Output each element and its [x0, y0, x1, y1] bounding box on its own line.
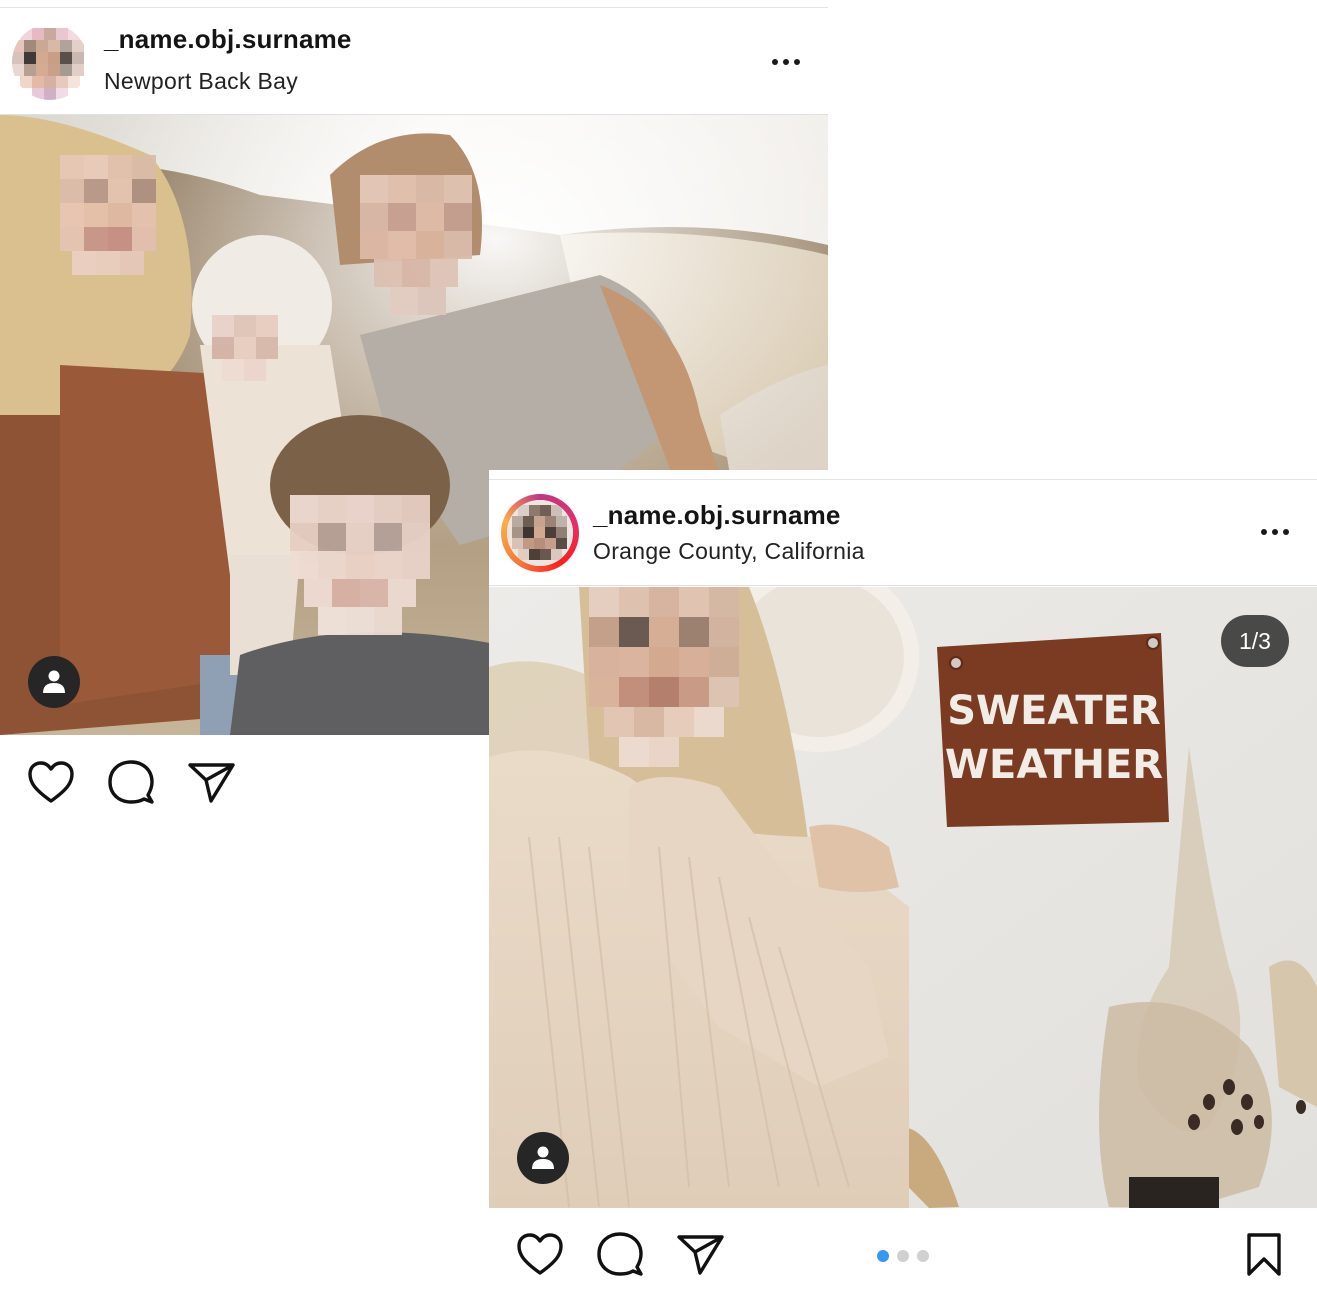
- carousel-dots: [877, 1250, 929, 1262]
- comment-icon[interactable]: [595, 1230, 645, 1280]
- user-tag-button[interactable]: [28, 656, 80, 708]
- avatar-image: [507, 500, 573, 566]
- bookmark-icon[interactable]: [1239, 1230, 1289, 1280]
- action-bar: [489, 1220, 1317, 1290]
- divider: [489, 585, 1317, 586]
- comment-icon[interactable]: [106, 758, 156, 808]
- post-photo[interactable]: SWEATER WEATHER 1/3: [489, 587, 1317, 1208]
- user-tag-icon: [532, 1146, 554, 1169]
- carousel-dot-active: [877, 1250, 889, 1262]
- post-2: _name.obj.surname Orange County, Califor…: [489, 470, 1317, 1296]
- carousel-dot: [897, 1250, 909, 1262]
- banner-line-2: WEATHER: [945, 742, 1163, 788]
- location[interactable]: Orange County, California: [593, 538, 865, 565]
- more-icon[interactable]: [772, 52, 800, 72]
- avatar-image: [12, 24, 88, 100]
- banner-line-1: SWEATER: [947, 688, 1161, 734]
- share-icon[interactable]: [675, 1230, 725, 1280]
- avatar[interactable]: [12, 24, 88, 100]
- photo-sweater-selfie: SWEATER WEATHER: [489, 587, 1317, 1208]
- location[interactable]: Newport Back Bay: [104, 68, 298, 95]
- heart-icon[interactable]: [26, 758, 76, 808]
- user-tag-icon: [43, 670, 65, 693]
- username[interactable]: _name.obj.surname: [104, 24, 352, 55]
- heart-icon[interactable]: [515, 1230, 565, 1280]
- post-header: _name.obj.surname Orange County, Califor…: [489, 480, 1317, 586]
- username[interactable]: _name.obj.surname: [593, 500, 841, 531]
- carousel-counter: 1/3: [1221, 615, 1289, 667]
- avatar[interactable]: [501, 494, 579, 572]
- user-tag-button[interactable]: [517, 1132, 569, 1184]
- more-icon[interactable]: [1261, 522, 1289, 542]
- share-icon[interactable]: [186, 758, 236, 808]
- carousel-dot: [917, 1250, 929, 1262]
- post-header: _name.obj.surname Newport Back Bay: [0, 8, 828, 115]
